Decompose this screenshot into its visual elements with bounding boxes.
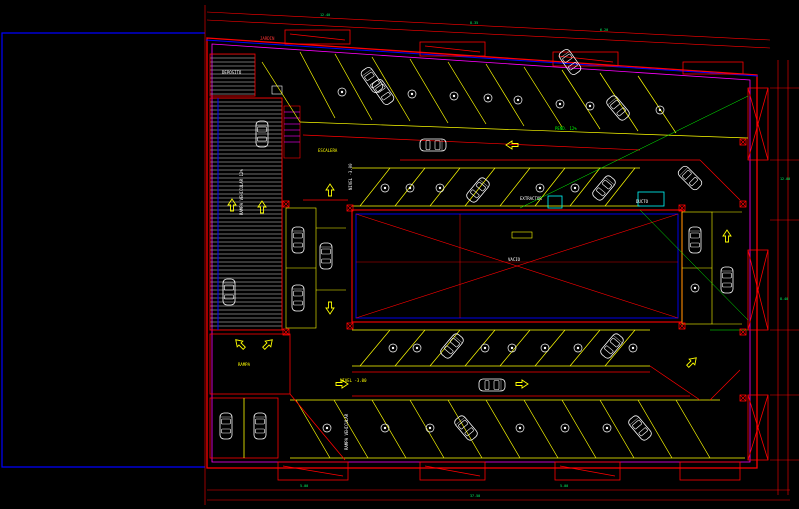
entry-zone: [209, 333, 346, 461]
cars-mid-upper: [464, 164, 704, 205]
parking-floor-plan: 12.40 8.35 6.20 37.50 5.00 5.00 12.00 8.…: [1, 5, 799, 505]
stair: [283, 105, 301, 159]
ramp-note: RAMPA: [238, 362, 251, 367]
arrow-icon: [684, 354, 700, 370]
svg-text:37.50: 37.50: [470, 494, 480, 498]
svg-text:8.35: 8.35: [470, 21, 478, 25]
dimension-texts: 12.40 8.35 6.20 37.50 5.00 5.00 12.00 8.…: [300, 13, 790, 498]
outer-walls: [205, 37, 759, 469]
extractor: EXTRACTOR DUCTO: [520, 191, 665, 209]
storage-room-label: DEPOSITO: [222, 70, 242, 75]
dimension-lines: [204, 5, 799, 505]
arrow-icon: [505, 140, 519, 150]
garden-label: JARDIN: [260, 36, 275, 41]
cars-mid-lower: [438, 331, 626, 361]
svg-text:12.00: 12.00: [780, 177, 790, 181]
ramp-side-label: RAMPA VEHICULAR 12%: [239, 169, 244, 215]
ramp-bottom-label: RAMPA VEHICULAR: [344, 413, 349, 450]
arrow-icon: [232, 336, 248, 352]
neighbor-boundary: [1, 32, 205, 468]
right-niches: [747, 87, 769, 461]
arrow-icon: [722, 229, 732, 243]
arrow-icon: [325, 301, 335, 315]
lane-bottom: [352, 371, 690, 397]
cars-bottom: [452, 413, 654, 443]
central-void: VACIO: [351, 209, 683, 323]
svg-text:6.20: 6.20: [600, 28, 608, 32]
lane-top: [302, 134, 641, 201]
left-column-stalls: [285, 207, 346, 329]
corner-diagonals: [640, 159, 741, 401]
car-lane-bottom: [478, 378, 506, 392]
right-column-stalls: [681, 211, 742, 325]
parking-row-top: [261, 51, 749, 139]
slope-note: PEND. 12%: [555, 126, 577, 131]
stair-note: ESCALERA: [318, 148, 338, 153]
arrow-icon: [325, 183, 335, 197]
duct-label: DUCTO: [636, 199, 649, 204]
cars-bottom-left: [219, 412, 267, 440]
bottom-note-label: NIVEL -3.00: [340, 378, 367, 383]
storage-room: DEPOSITO: [209, 53, 283, 97]
top-niches: [284, 29, 744, 75]
arrow-icon: [260, 336, 276, 352]
cars-right: [688, 226, 734, 294]
svg-text:8.40: 8.40: [780, 297, 788, 301]
void-label: VACIO: [508, 257, 521, 262]
arrow-icon: [515, 379, 529, 389]
svg-text:5.00: 5.00: [300, 484, 308, 488]
parking-row-bottom: [290, 399, 745, 459]
bottom-niches: [277, 461, 741, 481]
vehicle-ramp: RAMPA VEHICULAR 12%: [209, 97, 283, 331]
mid-note-label: NIVEL -3.00: [348, 163, 353, 190]
svg-text:12.40: 12.40: [320, 13, 330, 17]
svg-text:5.00: 5.00: [560, 484, 568, 488]
